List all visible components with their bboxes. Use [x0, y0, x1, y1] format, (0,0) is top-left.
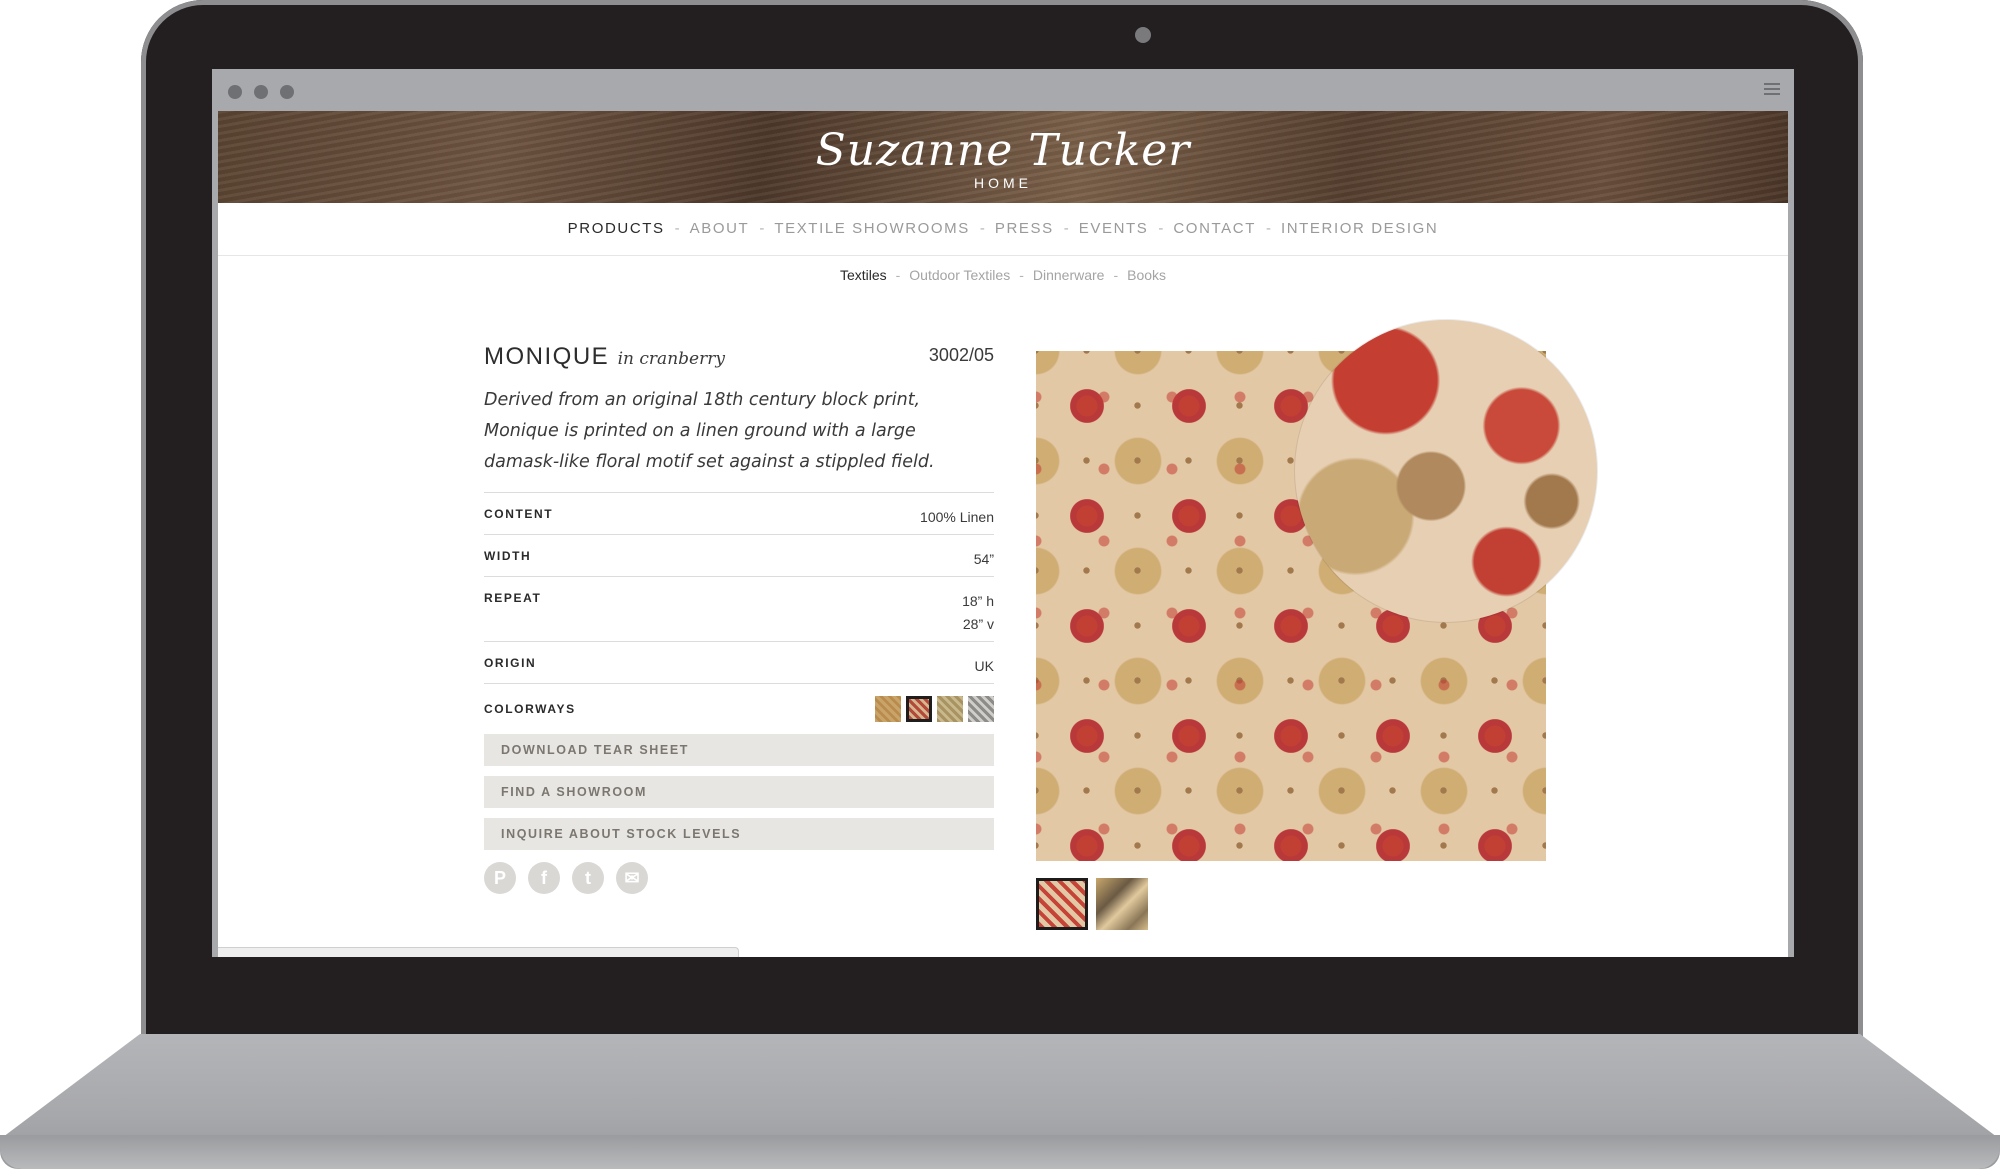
product-sku: 3002/05: [928, 345, 994, 365]
subnav-separator: -: [1019, 267, 1024, 283]
spec-row-colorways: COLORWAYS: [484, 684, 994, 730]
product-title-row: MONIQUE in cranberry 3002/05: [484, 343, 994, 377]
spec-row-repeat: REPEAT 18” h 28” v: [484, 577, 994, 642]
pinterest-icon[interactable]: P: [484, 862, 516, 894]
thumbnail-swatch[interactable]: [1036, 878, 1088, 930]
product-info: MONIQUE in cranberry 3002/05 Derived fro…: [484, 343, 994, 894]
nav-separator: -: [979, 220, 985, 237]
nav-separator: -: [1158, 220, 1164, 237]
email-icon[interactable]: ✉: [616, 862, 648, 894]
nav-separator: -: [674, 220, 680, 237]
spec-value: 18” h 28” v: [962, 590, 994, 636]
colorway-swatches: [875, 696, 994, 722]
camera-dot: [1135, 27, 1151, 43]
brand-logo[interactable]: Suzanne Tucker: [218, 125, 1788, 176]
hamburger-menu-icon[interactable]: [1764, 83, 1780, 97]
colorway-swatch-cranberry[interactable]: [906, 696, 932, 722]
nav-products[interactable]: PRODUCTS: [568, 220, 665, 237]
find-showroom-button[interactable]: FIND A SHOWROOM: [484, 776, 994, 808]
nav-contact[interactable]: CONTACT: [1173, 220, 1256, 237]
browser-window: Suzanne Tucker HOME PRODUCTS - ABOUT - TEXTI…: [212, 69, 1794, 957]
window-minimize-dot[interactable]: [254, 85, 268, 99]
nav-separator: -: [1265, 220, 1271, 237]
spec-row-width: WIDTH 54”: [484, 535, 994, 577]
brand-subtitle: HOME: [974, 175, 1032, 191]
spec-row-content: CONTENT 100% Linen: [484, 493, 994, 535]
nav-textile-showrooms[interactable]: TEXTILE SHOWROOMS: [774, 220, 970, 237]
laptop-base-lip: [0, 1135, 2000, 1169]
nav-about[interactable]: ABOUT: [690, 220, 750, 237]
spec-table: CONTENT 100% Linen WIDTH 54” REPEAT 18” …: [484, 492, 994, 730]
nav-separator: -: [1063, 220, 1069, 237]
zoom-lens[interactable]: [1295, 320, 1597, 622]
sub-nav: Textiles - Outdoor Textiles - Dinnerware - Boo…: [218, 267, 1788, 283]
window-maximize-dot[interactable]: [280, 85, 294, 99]
subnav-books[interactable]: Books: [1127, 267, 1166, 283]
repeat-vertical: 28” v: [962, 616, 994, 632]
nav-separator: -: [759, 220, 765, 237]
spec-value: UK: [974, 658, 994, 674]
product-description: Derived from an original 18th century bl…: [484, 390, 935, 472]
colorway-swatch-olive[interactable]: [937, 696, 963, 722]
spec-label: REPEAT: [484, 591, 542, 605]
spec-label: ORIGIN: [484, 656, 537, 670]
spec-label: COLORWAYS: [484, 702, 576, 716]
spec-value: 54”: [973, 551, 994, 567]
inquire-stock-button[interactable]: INQUIRE ABOUT STOCK LEVELS: [484, 818, 994, 850]
spec-value: 100% Linen: [920, 509, 994, 525]
subnav-separator: -: [1113, 267, 1119, 283]
subnav-dinnerware[interactable]: Dinnerware: [1033, 267, 1105, 283]
main-nav: PRODUCTS - ABOUT - TEXTILE SHOWROOMS - PRESS - E…: [218, 203, 1788, 256]
web-page: Suzanne Tucker HOME PRODUCTS - ABOUT - TEXTI…: [218, 111, 1788, 957]
social-share: P f t ✉: [484, 862, 994, 894]
facebook-icon[interactable]: f: [528, 862, 560, 894]
browser-toolbar: [212, 69, 1794, 111]
product-colorway: in cranberry: [617, 349, 725, 369]
download-tear-sheet-button[interactable]: DOWNLOAD TEAR SHEET: [484, 734, 994, 766]
nav-press[interactable]: PRESS: [995, 220, 1054, 237]
twitter-icon[interactable]: t: [572, 862, 604, 894]
product-name: MONIQUE: [484, 343, 610, 370]
nav-events[interactable]: EVENTS: [1079, 220, 1149, 237]
subnav-outdoor-textiles[interactable]: Outdoor Textiles: [909, 267, 1010, 283]
spec-label: CONTENT: [484, 507, 554, 521]
horizontal-scrollbar[interactable]: [218, 947, 739, 957]
colorway-swatch-gold[interactable]: [875, 696, 901, 722]
repeat-horizontal: 18” h: [962, 593, 994, 609]
subnav-separator: -: [895, 267, 901, 283]
image-thumbnails: [1036, 878, 1148, 930]
subnav-textiles[interactable]: Textiles: [840, 267, 887, 283]
thumbnail-room[interactable]: [1096, 878, 1148, 930]
nav-interior-design[interactable]: INTERIOR DESIGN: [1281, 220, 1438, 237]
spec-label: WIDTH: [484, 549, 532, 563]
colorway-swatch-grey[interactable]: [968, 696, 994, 722]
spec-row-origin: ORIGIN UK: [484, 642, 994, 684]
window-close-dot[interactable]: [228, 85, 242, 99]
site-header: Suzanne Tucker HOME: [218, 111, 1788, 203]
